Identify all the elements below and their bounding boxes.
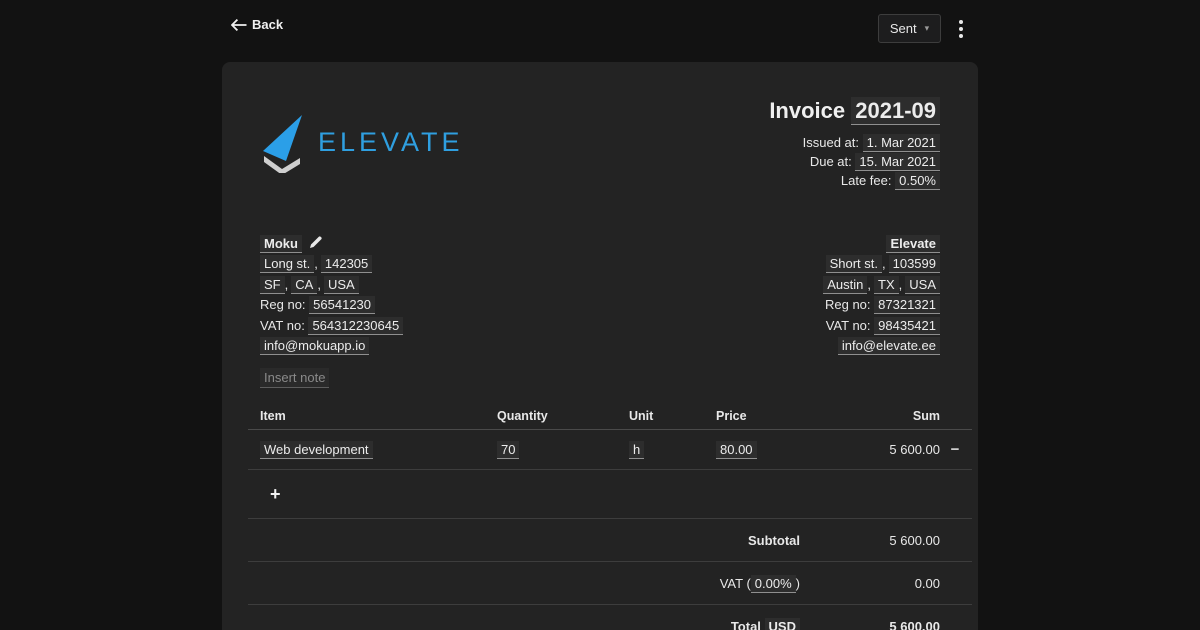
invoice-title: Invoice 2021-09 (769, 98, 940, 124)
logo-wordmark: ELEVATE (318, 127, 464, 158)
recipient-street-field[interactable]: Short st. (826, 255, 882, 273)
table-header-row: Item Quantity Unit Price Sum (248, 402, 972, 430)
edit-sender-button[interactable] (309, 236, 323, 251)
company-logo: ELEVATE (260, 95, 464, 190)
item-quantity-field[interactable]: 70 (497, 441, 519, 459)
total-value: 5 600.00 (800, 619, 940, 630)
recipient-vat-field[interactable]: 98435421 (874, 317, 940, 335)
recipient-reg-label: Reg no: (825, 297, 871, 312)
vat-value: 0.00 (800, 576, 940, 591)
invoice-card: ELEVATE Invoice 2021-09 Issued at: 1. Ma… (222, 62, 978, 630)
recipient-city-field[interactable]: Austin (823, 276, 867, 294)
recipient-state-field[interactable]: TX (874, 276, 899, 294)
issued-at-line: Issued at: 1. Mar 2021 (769, 133, 940, 152)
sender-state-field[interactable]: CA (291, 276, 317, 294)
insert-note-button[interactable]: Insert note (260, 368, 329, 388)
sender-city-field[interactable]: SF (260, 276, 285, 294)
item-unit-field[interactable]: h (629, 441, 644, 459)
status-dropdown-value: Sent (890, 21, 917, 36)
recipient-zip-field[interactable]: 103599 (889, 255, 940, 273)
issued-at-label: Issued at: (803, 135, 859, 150)
logo-arrow-icon (260, 113, 306, 173)
sender-address: Moku Long st.,142305 SF,CA,USA Reg no: 5… (260, 234, 403, 356)
total-label: Total (731, 619, 761, 630)
header-sum: Sum (826, 409, 940, 423)
late-fee-label: Late fee: (841, 173, 892, 188)
remove-row-button[interactable]: − (940, 442, 970, 457)
header-price: Price (716, 409, 826, 423)
invoice-head: Invoice 2021-09 Issued at: 1. Mar 2021 D… (769, 98, 940, 190)
currency-field[interactable]: USD (765, 618, 800, 630)
sender-reg-label: Reg no: (260, 297, 306, 312)
issued-at-field[interactable]: 1. Mar 2021 (863, 134, 940, 152)
back-button[interactable]: Back (231, 17, 283, 32)
status-dropdown[interactable]: Sent ▾ (878, 14, 941, 43)
recipient-email-field[interactable]: info@elevate.ee (838, 337, 940, 355)
due-at-label: Due at: (810, 154, 852, 169)
item-name-field[interactable]: Web development (260, 441, 373, 459)
sender-street-field[interactable]: Long st. (260, 255, 314, 273)
recipient-address: Elevate Short st.,103599 Austin,TX,USA R… (823, 234, 940, 356)
header-unit: Unit (629, 409, 716, 423)
vat-row: VAT (0.00%) 0.00 (248, 562, 972, 605)
recipient-country-field[interactable]: USA (905, 276, 940, 294)
sender-reg-field[interactable]: 56541230 (309, 296, 375, 314)
subtotal-value: 5 600.00 (800, 533, 940, 548)
sender-country-field[interactable]: USA (324, 276, 359, 294)
subtotal-label: Subtotal (248, 533, 800, 548)
due-at-line: Due at: 15. Mar 2021 (769, 152, 940, 171)
sender-zip-field[interactable]: 142305 (321, 255, 372, 273)
late-fee-line: Late fee: 0.50% (769, 171, 940, 190)
sender-vat-field[interactable]: 564312230645 (308, 317, 403, 335)
line-items-table: Item Quantity Unit Price Sum Web develop… (248, 402, 972, 630)
item-price-field[interactable]: 80.00 (716, 441, 757, 459)
subtotal-row: Subtotal 5 600.00 (248, 519, 972, 562)
total-row: Total USD 5 600.00 (248, 605, 972, 630)
recipient-name-field[interactable]: Elevate (886, 235, 940, 253)
header-item: Item (260, 409, 497, 423)
back-arrow-icon (231, 19, 247, 31)
late-fee-field[interactable]: 0.50% (895, 172, 940, 190)
back-label: Back (252, 17, 283, 32)
due-at-field[interactable]: 15. Mar 2021 (855, 153, 940, 171)
vat-label-prefix: VAT ( (720, 576, 751, 591)
chevron-down-icon: ▾ (925, 24, 930, 33)
more-options-button[interactable] (957, 18, 965, 40)
table-row: Web development 70 h 80.00 5 600.00 − (248, 430, 972, 470)
sender-email-field[interactable]: info@mokuapp.io (260, 337, 369, 355)
header-quantity: Quantity (497, 409, 629, 423)
vat-rate-field[interactable]: 0.00% (751, 575, 796, 593)
invoice-header: ELEVATE Invoice 2021-09 Issued at: 1. Ma… (260, 95, 940, 190)
recipient-reg-field[interactable]: 87321321 (874, 296, 940, 314)
sender-vat-label: VAT no: (260, 318, 305, 333)
item-sum-value: 5 600.00 (826, 442, 940, 457)
recipient-vat-label: VAT no: (826, 318, 871, 333)
kebab-icon (959, 20, 963, 24)
add-row-button[interactable]: + (270, 485, 281, 503)
add-row-section: + (248, 470, 972, 519)
sender-name-field[interactable]: Moku (260, 235, 302, 253)
invoice-number-field[interactable]: 2021-09 (851, 97, 940, 125)
